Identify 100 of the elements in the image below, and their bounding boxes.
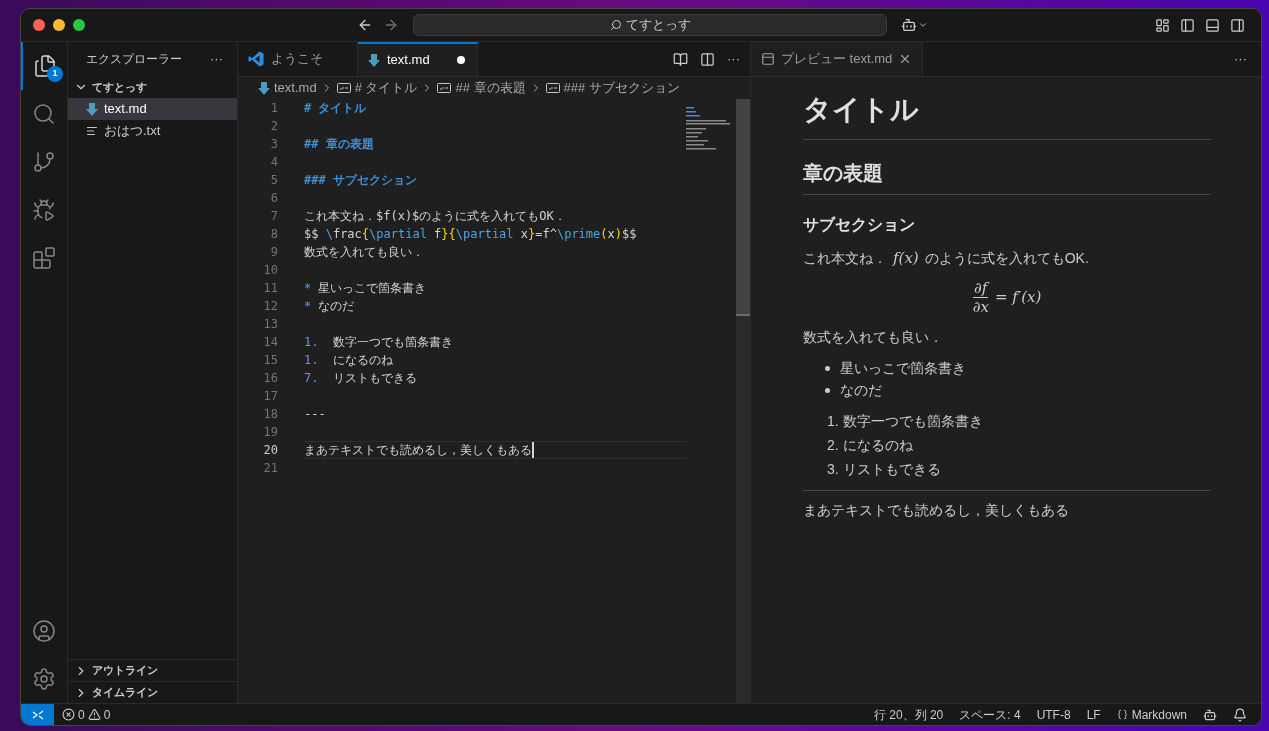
more-button[interactable]: ··· bbox=[727, 49, 740, 69]
breadcrumb-item[interactable]: # タイトル bbox=[354, 78, 418, 98]
line-ending[interactable]: LF bbox=[1086, 705, 1101, 724]
extensions-icon[interactable] bbox=[32, 246, 56, 270]
warning-icon[interactable] bbox=[87, 708, 101, 721]
breadcrumb-item[interactable]: text.md bbox=[274, 78, 317, 98]
line-number: 20 bbox=[262, 442, 278, 459]
text-cursor bbox=[532, 442, 534, 458]
editor-tab[interactable]: text.md bbox=[358, 42, 478, 76]
line-number: 14 bbox=[262, 334, 278, 351]
split-editor-icon[interactable] bbox=[700, 51, 715, 67]
symbol-icon bbox=[545, 82, 560, 94]
search-icon[interactable] bbox=[32, 102, 56, 126]
code-line: * 星いっこで箇条書き bbox=[304, 280, 428, 297]
list-item: なのだ bbox=[840, 380, 882, 400]
preview-icon[interactable] bbox=[673, 51, 688, 67]
file-item[interactable]: text.md bbox=[68, 98, 237, 120]
arrow-down-icon bbox=[86, 102, 98, 116]
line-number: 17 bbox=[262, 388, 278, 405]
line-number: 10 bbox=[262, 262, 278, 279]
lines-icon bbox=[86, 125, 98, 137]
code-line: $$ \frac{\partial f}{\partial x}=f^\prime(x)$$ bbox=[304, 226, 638, 243]
error-icon[interactable] bbox=[62, 708, 75, 721]
files-icon bbox=[33, 54, 57, 78]
line-number: 5 bbox=[269, 172, 278, 189]
error-count[interactable]: 0 bbox=[78, 705, 85, 724]
forward-icon[interactable] bbox=[383, 17, 399, 33]
line-number: 19 bbox=[262, 424, 278, 441]
sidebar-title: エクスプローラー bbox=[86, 51, 182, 68]
remote-button[interactable] bbox=[21, 704, 54, 725]
line-number: 6 bbox=[269, 190, 278, 207]
preview-icon bbox=[761, 52, 775, 66]
chevron-down-icon[interactable] bbox=[918, 20, 928, 30]
code-line: 7. リストもできる bbox=[304, 370, 418, 387]
layout-icon[interactable] bbox=[1155, 17, 1170, 33]
line-number: 3 bbox=[269, 136, 278, 153]
code-line: これ本文ね．$f(x)$のように式を入れてもOK． bbox=[304, 208, 567, 225]
line-number: 21 bbox=[262, 460, 278, 477]
braces-icon[interactable] bbox=[1116, 709, 1128, 720]
code-line: 数式を入れても良い． bbox=[304, 244, 425, 261]
line-number: 8 bbox=[269, 226, 278, 243]
folder-item[interactable]: てすとっす bbox=[68, 76, 237, 98]
list-item: 数字一つでも箇条書き bbox=[842, 411, 983, 431]
line-number: 7 bbox=[269, 208, 278, 225]
branch-icon[interactable] bbox=[32, 150, 56, 174]
panel-right-icon[interactable] bbox=[1230, 17, 1245, 33]
code-line: ### サブセクション bbox=[304, 172, 418, 189]
bullet-icon bbox=[825, 387, 830, 393]
warning-count[interactable]: 0 bbox=[103, 705, 111, 724]
line-number: 15 bbox=[262, 352, 278, 369]
arrow-down-icon bbox=[368, 53, 380, 67]
line-number: 2 bbox=[269, 118, 278, 135]
cursor-position[interactable]: 行 20、列 20 bbox=[873, 705, 944, 724]
code-line: 1. 数字一つでも箇条書き bbox=[304, 334, 454, 351]
bullet-icon bbox=[825, 365, 830, 371]
line-number: 4 bbox=[269, 154, 278, 171]
list-item: になるのね bbox=[842, 435, 913, 455]
code-line: 1. になるのね bbox=[304, 352, 394, 369]
line-number: 1 bbox=[269, 100, 278, 117]
symbol-icon bbox=[437, 82, 452, 94]
paragraph: これ本文ね． f(x) のように式を入れてもOK. bbox=[803, 248, 1090, 269]
language-mode[interactable]: Markdown bbox=[1131, 705, 1187, 724]
panel-left-icon[interactable] bbox=[1180, 17, 1195, 33]
scrollbar-thumb[interactable] bbox=[736, 99, 750, 314]
file-item[interactable]: おはつ.txt bbox=[68, 120, 237, 142]
panel-bottom-icon[interactable] bbox=[1205, 17, 1220, 33]
account-icon[interactable] bbox=[32, 619, 56, 643]
preview-tab[interactable]: プレビュー text.md bbox=[751, 42, 924, 76]
heading: サブセクション bbox=[803, 216, 915, 233]
indent-setting[interactable]: スペース: 4 bbox=[959, 705, 1021, 724]
heading: タイトル bbox=[803, 94, 919, 125]
minimize-icon[interactable] bbox=[53, 19, 65, 31]
search-icon bbox=[609, 19, 622, 31]
line-number: 9 bbox=[269, 244, 278, 261]
copilot-icon[interactable] bbox=[1203, 707, 1217, 722]
more-button[interactable]: ··· bbox=[210, 49, 223, 69]
more-button[interactable]: ··· bbox=[1234, 49, 1261, 69]
back-icon[interactable] bbox=[357, 17, 373, 33]
list-item: リストもできる bbox=[842, 459, 941, 479]
code-line: --- bbox=[304, 406, 327, 423]
list-number: 3. bbox=[827, 459, 839, 479]
bell-icon[interactable] bbox=[1233, 707, 1247, 722]
code-line: * なのだ bbox=[304, 298, 356, 315]
maximize-icon[interactable] bbox=[73, 19, 85, 31]
breadcrumb-item[interactable]: ### サブセクション bbox=[563, 78, 680, 98]
encoding[interactable]: UTF-8 bbox=[1036, 705, 1071, 724]
code-line: ## 章の表題 bbox=[304, 136, 375, 153]
paragraph: まあテキストでも読めるし，美しくもある bbox=[803, 501, 1070, 520]
heading: 章の表題 bbox=[803, 162, 883, 184]
remote-icon bbox=[31, 709, 44, 720]
settings-icon[interactable] bbox=[32, 667, 56, 691]
section-header[interactable]: アウトライン bbox=[68, 659, 237, 681]
close-window-icon[interactable] bbox=[33, 19, 45, 31]
copilot-icon[interactable] bbox=[901, 17, 917, 33]
search-field[interactable]: てすとっす bbox=[413, 14, 887, 36]
debug-icon[interactable] bbox=[32, 198, 56, 222]
line-number: 12 bbox=[262, 298, 278, 315]
code-line: # タイトル bbox=[304, 100, 368, 117]
breadcrumb-item[interactable]: ## 章の表題 bbox=[455, 78, 526, 98]
line-number: 16 bbox=[262, 370, 278, 387]
